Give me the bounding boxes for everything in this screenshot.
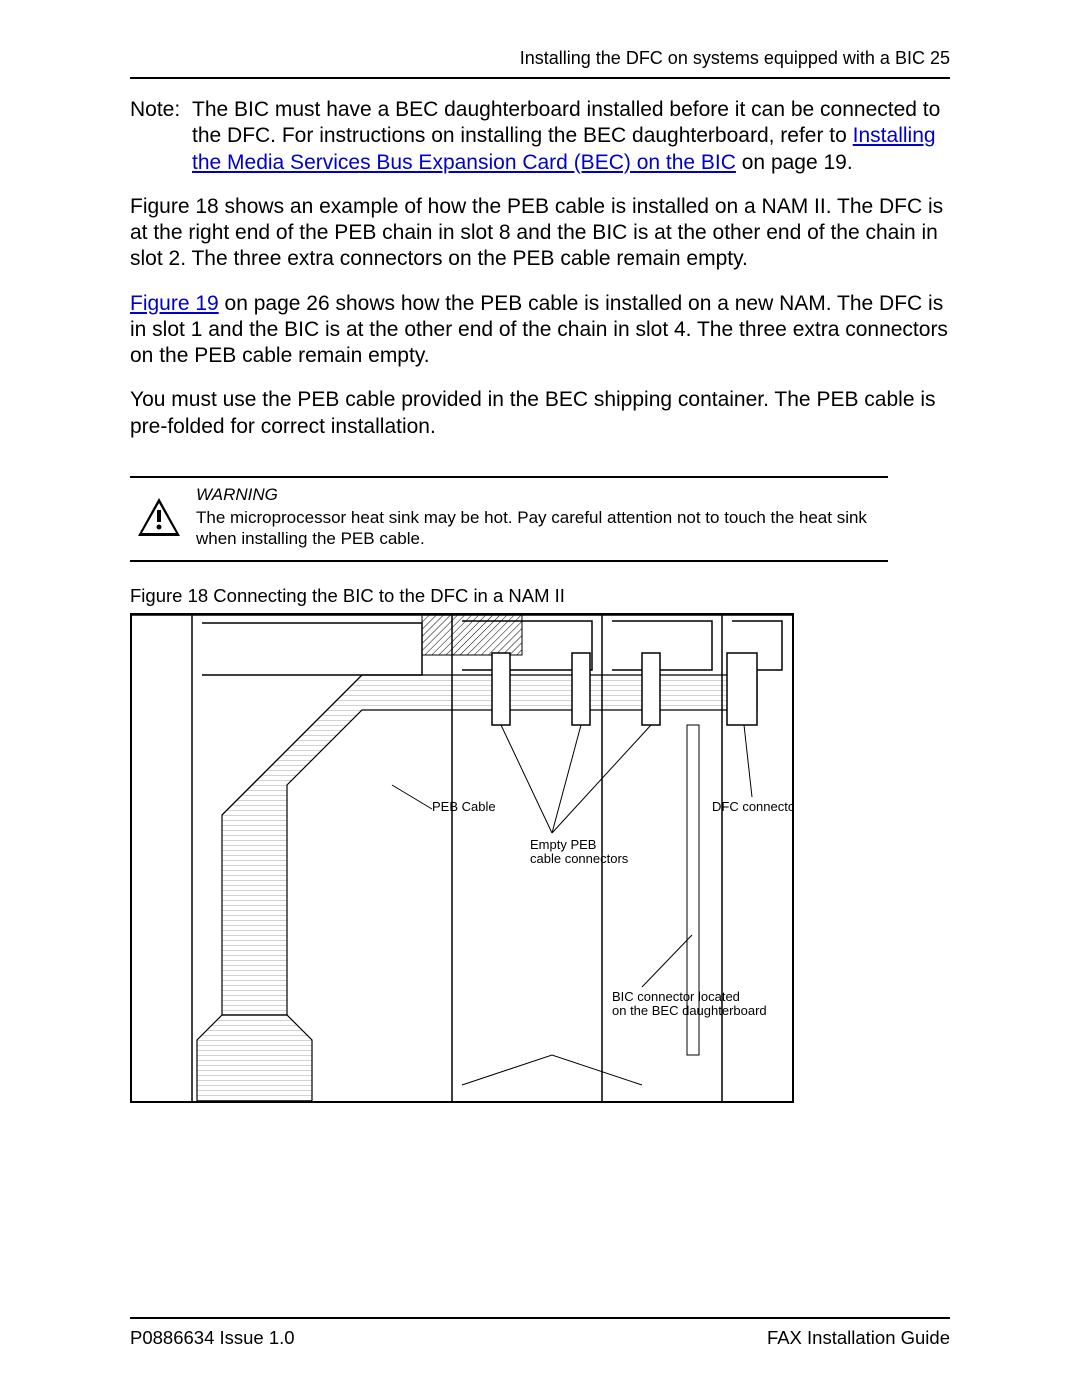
warning-heading: WARNING — [196, 484, 888, 505]
paragraph-2-rest: on page 26 shows how the PEB cable is in… — [130, 292, 948, 368]
footer-right: FAX Installation Guide — [767, 1327, 950, 1349]
header-page-number: 25 — [930, 48, 950, 68]
label-cable-connectors: cable connectors — [530, 851, 629, 866]
paragraph-1: Figure 18 shows an example of how the PE… — [130, 194, 950, 273]
figure-18: PEB Cable Empty PEB cable connectors DFC… — [130, 613, 794, 1103]
footer-left: P0886634 Issue 1.0 — [130, 1327, 295, 1349]
note-block: Note: The BIC must have a BEC daughterbo… — [130, 97, 950, 176]
warning-body: The microprocessor heat sink may be hot.… — [196, 507, 888, 550]
warning-icon — [130, 484, 188, 550]
label-dfc-connector: DFC connector — [712, 799, 792, 814]
note-text-before: The BIC must have a BEC daughterboard in… — [192, 98, 940, 147]
figure-caption: Figure 18 Connecting the BIC to the DFC … — [130, 584, 950, 607]
paragraph-3: You must use the PEB cable provided in t… — [130, 387, 950, 440]
note-body: The BIC must have a BEC daughterboard in… — [192, 97, 950, 176]
paragraph-2: Figure 19 on page 26 shows how the PEB c… — [130, 291, 950, 370]
label-peb-cable: PEB Cable — [432, 799, 496, 814]
note-text-after: on page 19. — [736, 151, 853, 174]
header-rule — [130, 77, 950, 79]
note-label: Note: — [130, 97, 192, 176]
page-footer: P0886634 Issue 1.0 FAX Installation Guid… — [130, 1317, 950, 1349]
figure-19-link[interactable]: Figure 19 — [130, 292, 219, 315]
label-bic-conn-1: BIC connector located — [612, 989, 740, 1004]
label-empty-peb: Empty PEB — [530, 837, 596, 852]
label-bic-conn-2: on the BEC daughterboard — [612, 1003, 767, 1018]
warning-box: WARNING The microprocessor heat sink may… — [130, 476, 888, 562]
page-header: Installing the DFC on systems equipped w… — [130, 48, 950, 77]
header-title: Installing the DFC on systems equipped w… — [520, 48, 925, 68]
